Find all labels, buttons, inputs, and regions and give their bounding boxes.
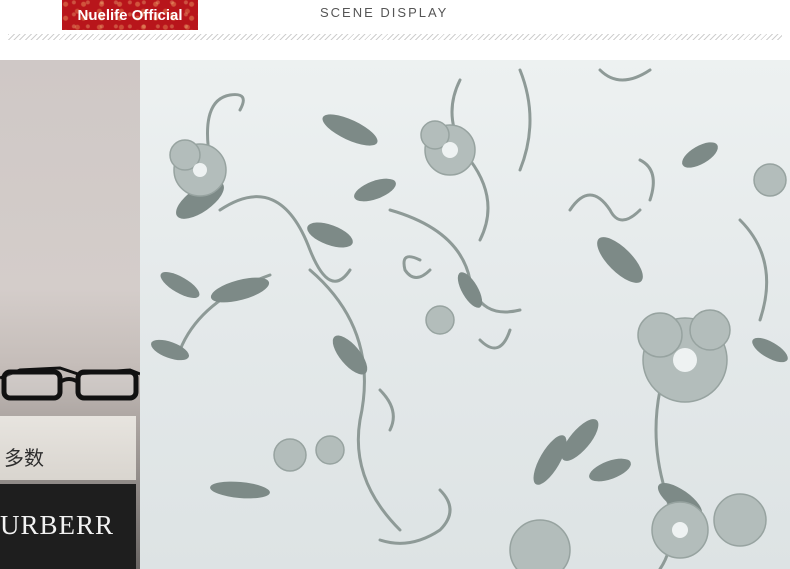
scene-photo: 多数 URBERR — [0, 60, 790, 569]
book-top: 多数 — [0, 416, 136, 480]
book-brand-text: URBERR — [0, 510, 115, 540]
floral-pattern — [151, 68, 788, 569]
book-spine-text: 多数 — [4, 448, 44, 470]
frosted-glass-film — [140, 60, 790, 569]
brand-badge: Nuelife Official — [62, 0, 198, 30]
brand-label: Nuelife Official — [77, 6, 183, 24]
page-title: SCENE DISPLAY — [320, 5, 449, 20]
book-stack: 多数 URBERR — [0, 410, 136, 569]
header-divider — [8, 34, 782, 40]
eyeglasses-icon — [0, 366, 140, 401]
